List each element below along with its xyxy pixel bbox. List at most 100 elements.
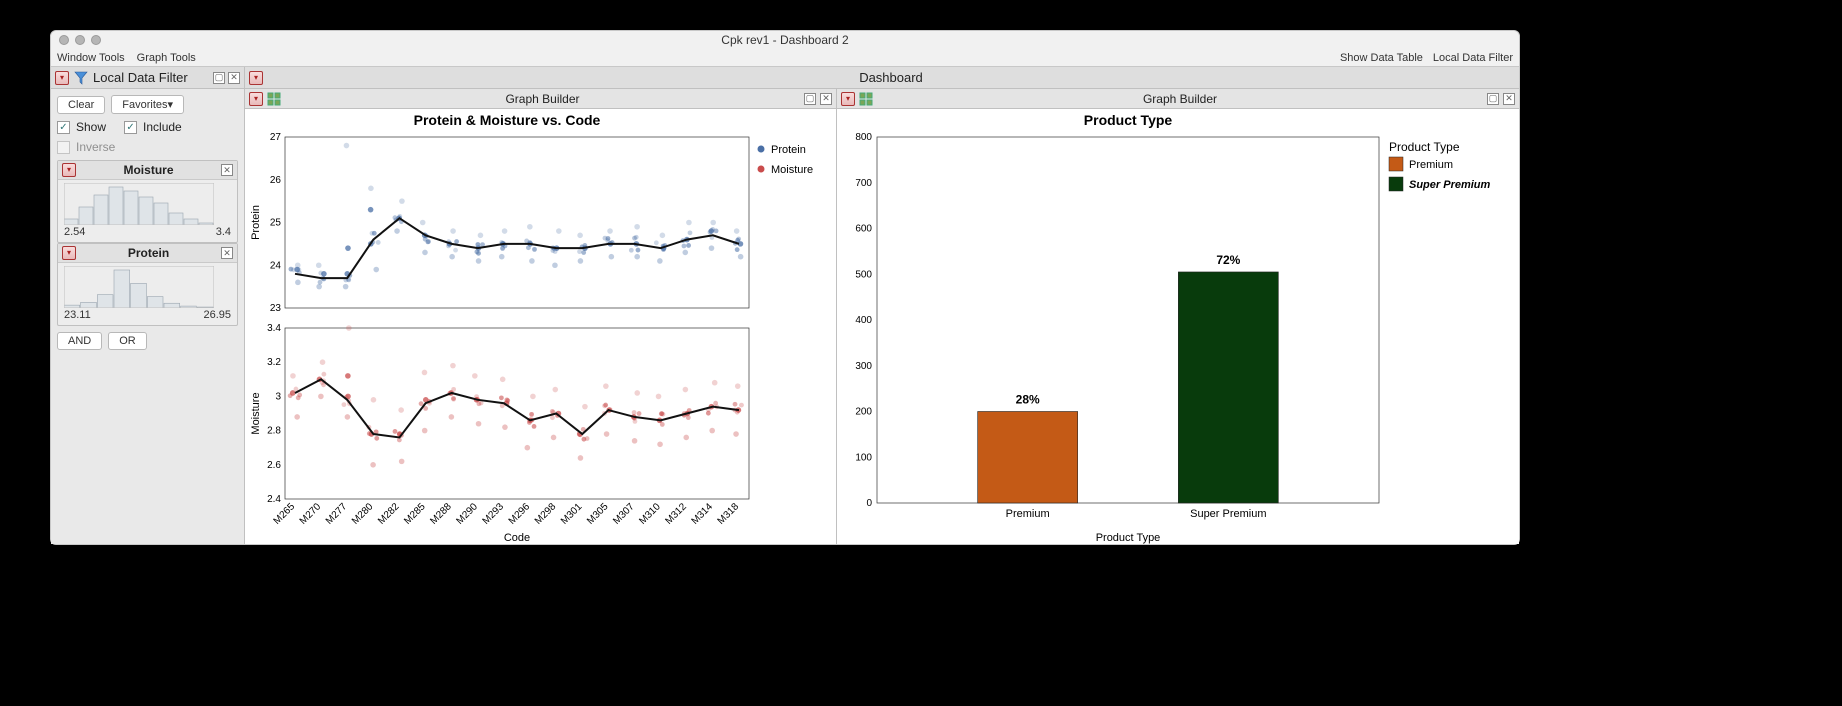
svg-text:M298: M298 bbox=[533, 501, 559, 527]
window-controls[interactable] bbox=[59, 35, 101, 45]
svg-text:3.4: 3.4 bbox=[267, 323, 281, 334]
funnel-icon bbox=[73, 70, 89, 86]
disclosure-icon[interactable]: ▾ bbox=[62, 246, 76, 260]
dashboard-panel: ▾ Dashboard ▾ Graph Builder ▢ ✕ bbox=[245, 67, 1519, 544]
svg-text:500: 500 bbox=[855, 269, 872, 280]
svg-text:Moisture: Moisture bbox=[250, 392, 262, 434]
dashboard-title: Dashboard bbox=[267, 70, 1515, 85]
svg-text:27: 27 bbox=[270, 132, 282, 143]
filter-card-name: Moisture bbox=[80, 163, 217, 177]
filter-panel-header: ▾ Local Data Filter ▢ ✕ bbox=[51, 67, 244, 89]
svg-text:72%: 72% bbox=[1216, 253, 1240, 267]
svg-text:M312: M312 bbox=[663, 501, 689, 527]
svg-text:23: 23 bbox=[270, 303, 282, 314]
svg-text:M314: M314 bbox=[690, 501, 716, 527]
menubar: Window Tools Graph Tools Show Data Table… bbox=[51, 49, 1519, 67]
svg-text:M285: M285 bbox=[402, 501, 428, 527]
svg-text:2.6: 2.6 bbox=[267, 460, 281, 471]
svg-text:M307: M307 bbox=[611, 501, 637, 527]
svg-text:2.4: 2.4 bbox=[267, 494, 281, 505]
svg-text:400: 400 bbox=[855, 315, 872, 326]
svg-text:600: 600 bbox=[855, 224, 872, 235]
filter-card: ▾ Moisture ✕ 2.54 3.4 bbox=[57, 160, 238, 243]
zoom-dot[interactable] bbox=[91, 35, 101, 45]
svg-text:M288: M288 bbox=[428, 501, 454, 527]
graph-builder-left: ▾ Graph Builder ▢ ✕ Protein & Moisture v… bbox=[245, 89, 837, 544]
svg-text:Protein: Protein bbox=[771, 144, 806, 156]
menu-graph-tools[interactable]: Graph Tools bbox=[137, 52, 196, 64]
svg-text:M296: M296 bbox=[507, 501, 533, 527]
svg-text:Code: Code bbox=[504, 532, 530, 544]
svg-text:M280: M280 bbox=[350, 501, 376, 527]
svg-text:Product Type: Product Type bbox=[1096, 532, 1161, 544]
include-label: Include bbox=[143, 120, 182, 134]
show-checkbox[interactable] bbox=[57, 121, 70, 134]
svg-text:Premium: Premium bbox=[1409, 159, 1453, 171]
svg-text:Product Type: Product Type bbox=[1389, 140, 1460, 154]
disclosure-icon[interactable]: ▾ bbox=[62, 163, 76, 177]
svg-text:M318: M318 bbox=[716, 501, 742, 527]
panel-close-icon[interactable]: ✕ bbox=[1503, 93, 1515, 105]
svg-text:26: 26 bbox=[270, 175, 282, 186]
filter-max: 26.95 bbox=[203, 309, 231, 321]
svg-text:Premium: Premium bbox=[1006, 508, 1050, 520]
card-close-icon[interactable]: ✕ bbox=[221, 247, 233, 259]
panel-close-icon[interactable]: ✕ bbox=[820, 93, 832, 105]
product-type-chart[interactable]: Product Type010020030040050060070080028%… bbox=[837, 109, 1519, 544]
local-data-filter-panel: ▾ Local Data Filter ▢ ✕ Clear Favorites▾ bbox=[51, 67, 245, 544]
close-dot[interactable] bbox=[59, 35, 69, 45]
panel-close-icon[interactable]: ✕ bbox=[228, 72, 240, 84]
inverse-label: Inverse bbox=[76, 140, 115, 154]
svg-text:100: 100 bbox=[855, 452, 872, 463]
svg-text:0: 0 bbox=[866, 498, 872, 509]
graph-builder-right: ▾ Graph Builder ▢ ✕ Product Type01002003… bbox=[837, 89, 1519, 544]
filter-card-name: Protein bbox=[80, 246, 217, 260]
minimize-dot[interactable] bbox=[75, 35, 85, 45]
svg-text:700: 700 bbox=[855, 178, 872, 189]
svg-text:M310: M310 bbox=[637, 501, 663, 527]
filter-min: 23.11 bbox=[64, 309, 91, 321]
panel-max-icon[interactable]: ▢ bbox=[213, 72, 225, 84]
filter-max: 3.4 bbox=[216, 226, 231, 238]
disclosure-icon[interactable]: ▾ bbox=[249, 92, 263, 106]
clear-button[interactable]: Clear bbox=[57, 96, 105, 114]
graph-builder-icon bbox=[859, 92, 873, 106]
menu-show-data-table[interactable]: Show Data Table bbox=[1340, 52, 1423, 64]
svg-text:24: 24 bbox=[270, 260, 282, 271]
menu-window-tools[interactable]: Window Tools bbox=[57, 52, 125, 64]
graph-builder-label: Graph Builder bbox=[877, 92, 1483, 106]
svg-text:300: 300 bbox=[855, 361, 872, 372]
svg-text:M305: M305 bbox=[585, 501, 611, 527]
svg-text:3.2: 3.2 bbox=[267, 357, 281, 368]
filter-min: 2.54 bbox=[64, 226, 85, 238]
svg-text:M270: M270 bbox=[298, 501, 324, 527]
or-button[interactable]: OR bbox=[108, 332, 147, 350]
include-checkbox[interactable] bbox=[124, 121, 137, 134]
svg-text:Product Type: Product Type bbox=[1084, 112, 1173, 128]
disclosure-icon[interactable]: ▾ bbox=[55, 71, 69, 85]
svg-text:M277: M277 bbox=[324, 501, 350, 527]
card-close-icon[interactable]: ✕ bbox=[221, 164, 233, 176]
filter-card: ▾ Protein ✕ 23.11 26.95 bbox=[57, 243, 238, 326]
app-window: Cpk rev1 - Dashboard 2 Window Tools Grap… bbox=[50, 30, 1520, 545]
panel-max-icon[interactable]: ▢ bbox=[1487, 93, 1499, 105]
filter-panel-title: Local Data Filter bbox=[93, 70, 188, 85]
titlebar: Cpk rev1 - Dashboard 2 bbox=[51, 31, 1519, 49]
inverse-checkbox[interactable] bbox=[57, 141, 70, 154]
panel-max-icon[interactable]: ▢ bbox=[804, 93, 816, 105]
favorites-button[interactable]: Favorites▾ bbox=[111, 95, 184, 114]
disclosure-icon[interactable]: ▾ bbox=[249, 71, 263, 85]
filter-histogram[interactable] bbox=[58, 180, 237, 226]
menu-local-data-filter[interactable]: Local Data Filter bbox=[1433, 52, 1513, 64]
protein-moisture-chart[interactable]: Protein & Moisture vs. Code Protein Mois… bbox=[245, 109, 836, 544]
svg-text:Moisture: Moisture bbox=[771, 164, 813, 176]
filter-histogram[interactable] bbox=[58, 263, 237, 309]
and-button[interactable]: AND bbox=[57, 332, 102, 350]
svg-text:3: 3 bbox=[275, 391, 281, 402]
svg-text:2.8: 2.8 bbox=[267, 426, 281, 437]
disclosure-icon[interactable]: ▾ bbox=[841, 92, 855, 106]
svg-text:M282: M282 bbox=[376, 501, 402, 527]
svg-text:M290: M290 bbox=[454, 501, 480, 527]
svg-text:25: 25 bbox=[270, 218, 282, 229]
svg-text:800: 800 bbox=[855, 132, 872, 143]
